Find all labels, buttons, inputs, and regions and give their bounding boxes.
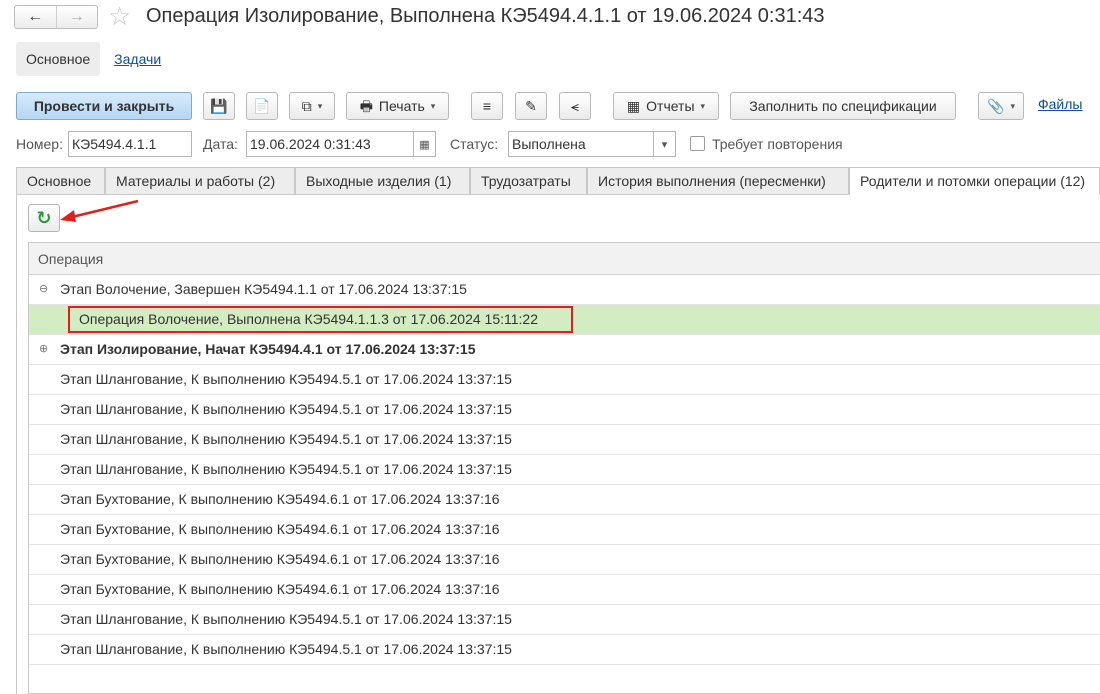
title-bar: ← → ☆ Операция Изолирование, Выполнена К… — [0, 0, 1100, 38]
refresh-button[interactable]: ↻ — [28, 204, 60, 232]
tree-row[interactable]: Этап Бухтование, К выполнению КЭ5494.6.1… — [29, 515, 1100, 545]
tree-row[interactable]: ⊖ Этап Волочение, Завершен КЭ5494.1.1 от… — [29, 275, 1100, 305]
annotation-arrow-icon — [60, 199, 139, 222]
edit-button[interactable]: ✎ — [515, 92, 547, 120]
status-dropdown-button[interactable]: ▾ — [654, 131, 676, 157]
tree-row[interactable]: Этап Бухтование, К выполнению КЭ5494.6.1… — [29, 575, 1100, 605]
tree-row[interactable]: Этап Шлангование, К выполнению КЭ5494.5.… — [29, 365, 1100, 395]
operations-tree-grid: Операция ⊖ Этап Волочение, Завершен КЭ54… — [28, 242, 1100, 694]
row-text: Этап Шлангование, К выполнению КЭ5494.5.… — [60, 371, 512, 387]
requires-repeat-checkbox[interactable] — [690, 136, 705, 151]
nav-buttons: ← → — [14, 5, 98, 29]
paperclip-icon: 📎 — [987, 98, 1005, 114]
reports-icon: ▦ — [626, 98, 641, 114]
tree-row[interactable]: Этап Бухтование, К выполнению КЭ5494.6.1… — [29, 545, 1100, 575]
form-tabs: Основное Задачи — [16, 42, 171, 76]
attach-button[interactable]: 📎 ▾ — [978, 92, 1024, 120]
share-icon: ⪪ — [571, 98, 579, 114]
reports-button[interactable]: ▦ Отчеты ▾ — [613, 92, 719, 120]
tab-main[interactable]: Основное — [16, 167, 105, 195]
expand-icon[interactable]: ⊕ — [39, 335, 48, 364]
reports-label: Отчеты — [646, 98, 695, 114]
tree-row[interactable]: Этап Шлангование, К выполнению КЭ5494.5.… — [29, 425, 1100, 455]
pencil-icon: ✎ — [525, 98, 537, 114]
forward-button[interactable]: → — [55, 6, 98, 28]
panel-tabs: Основное Материалы и работы (2) Выходные… — [16, 167, 1100, 195]
status-label: Статус: — [450, 136, 499, 152]
chevron-down-icon: ▾ — [1010, 100, 1015, 111]
calendar-button[interactable]: ▦ — [414, 131, 436, 157]
fill-by-spec-button[interactable]: Заполнить по спецификации — [730, 92, 956, 120]
number-input[interactable]: КЭ5494.4.1.1 — [68, 131, 192, 157]
row-text: Этап Шлангование, К выполнению КЭ5494.5.… — [60, 461, 512, 477]
structure-button[interactable]: ⪪ — [559, 92, 591, 120]
tree-row[interactable]: Этап Шлангование, К выполнению КЭ5494.5.… — [29, 605, 1100, 635]
chevron-down-icon: ▾ — [317, 100, 323, 111]
refresh-icon: ↻ — [36, 207, 52, 228]
chevron-down-icon: ▾ — [700, 100, 706, 111]
form-tab-tasks[interactable]: Задачи — [104, 42, 171, 76]
row-text: Этап Бухтование, К выполнению КЭ5494.6.1… — [60, 521, 500, 537]
tree-row[interactable]: Этап Шлангование, К выполнению КЭ5494.5.… — [29, 455, 1100, 485]
arrow-left-icon: ← — [27, 8, 44, 25]
row-text: Этап Шлангование, К выполнению КЭ5494.5.… — [60, 641, 512, 657]
print-label: Печать — [378, 98, 425, 114]
list-button[interactable]: ≡ — [471, 92, 503, 120]
row-text: Операция Волочение, Выполнена КЭ5494.1.1… — [79, 311, 538, 327]
date-label: Дата: — [203, 136, 238, 152]
requires-repeat-label: Требует повторения — [712, 136, 843, 152]
row-text: Этап Бухтование, К выполнению КЭ5494.6.1… — [60, 581, 500, 597]
tree-row-selected[interactable]: Операция Волочение, Выполнена КЭ5494.1.1… — [29, 305, 1100, 335]
favorite-star-icon[interactable]: ☆ — [108, 2, 131, 30]
create-based-icon: ⧉ — [301, 98, 312, 114]
header-fields: Номер: КЭ5494.4.1.1 Дата: 19.06.2024 0:3… — [16, 131, 1096, 157]
chevron-down-icon: ▾ — [661, 138, 668, 151]
list-icon: ≡ — [482, 98, 492, 114]
tab-execution-history[interactable]: История выполнения (пересменки) — [587, 167, 849, 195]
row-text: Этап Изолирование, Начат КЭ5494.4.1 от 1… — [60, 341, 476, 357]
status-select[interactable]: Выполнена — [508, 131, 654, 157]
tab-labor-costs[interactable]: Трудозатраты — [470, 167, 587, 195]
number-label: Номер: — [16, 136, 63, 152]
row-text: Этап Шлангование, К выполнению КЭ5494.5.… — [60, 611, 512, 627]
row-text: Этап Бухтование, К выполнению КЭ5494.6.1… — [60, 491, 500, 507]
tab-parents-children[interactable]: Родители и потомки операции (12) — [849, 167, 1100, 195]
back-button[interactable]: ← — [15, 6, 56, 28]
arrow-right-icon: → — [68, 8, 85, 25]
save-button[interactable]: 💾 — [203, 92, 235, 120]
tree-row[interactable]: ⊕ Этап Изолирование, Начат КЭ5494.4.1 от… — [29, 335, 1100, 365]
toolbar: Провести и закрыть 💾 📄 ⧉ ▾ 🖶 Печать ▾ ≡ ✎ ⪪… — [16, 92, 1096, 120]
column-header-operation[interactable]: Операция — [29, 243, 1100, 275]
row-text: Этап Волочение, Завершен КЭ5494.1.1 от 1… — [60, 281, 467, 297]
chevron-down-icon: ▾ — [430, 100, 436, 111]
form-tab-main[interactable]: Основное — [16, 42, 101, 76]
row-text: Этап Шлангование, К выполнению КЭ5494.5.… — [60, 401, 512, 417]
create-based-on-button[interactable]: ⧉ ▾ — [289, 92, 335, 120]
tree-row[interactable]: Этап Шлангование, К выполнению КЭ5494.5.… — [29, 395, 1100, 425]
date-input[interactable]: 19.06.2024 0:31:43 — [246, 131, 414, 157]
tab-materials-works[interactable]: Материалы и работы (2) — [105, 167, 295, 195]
row-text: Этап Шлангование, К выполнению КЭ5494.5.… — [60, 431, 512, 447]
tree-row[interactable]: Этап Бухтование, К выполнению КЭ5494.6.1… — [29, 485, 1100, 515]
files-link[interactable]: Файлы — [1038, 96, 1082, 112]
row-text: Этап Бухтование, К выполнению КЭ5494.6.1… — [60, 551, 500, 567]
calendar-icon: ▦ — [419, 138, 430, 151]
window-title: Операция Изолирование, Выполнена КЭ5494.… — [146, 5, 825, 27]
tab-output-products[interactable]: Выходные изделия (1) — [295, 167, 470, 195]
post-button[interactable]: 📄 — [246, 92, 278, 120]
post-and-close-button[interactable]: Провести и закрыть — [16, 92, 192, 120]
save-icon: 💾 — [210, 98, 228, 114]
post-document-icon: 📄 — [253, 98, 271, 114]
printer-icon: 🖶 — [359, 98, 373, 114]
tree-row[interactable]: Этап Шлангование, К выполнению КЭ5494.5.… — [29, 635, 1100, 665]
print-button[interactable]: 🖶 Печать ▾ — [346, 92, 449, 120]
collapse-icon[interactable]: ⊖ — [39, 275, 48, 304]
